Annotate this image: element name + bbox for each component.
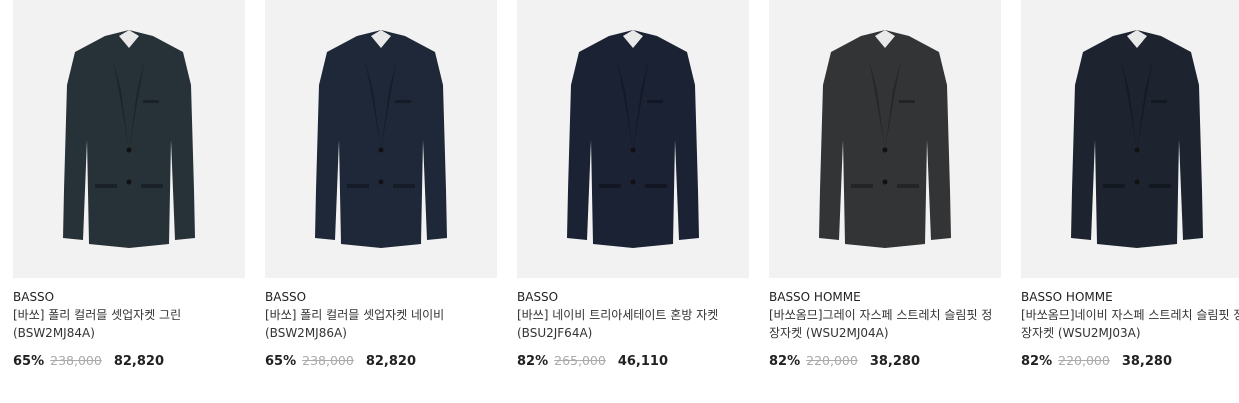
jacket-image bbox=[819, 30, 951, 248]
price-row: 82% 220,000 38,280 bbox=[1021, 353, 1172, 370]
original-price: 238,000 bbox=[302, 353, 354, 368]
discount-rate: 82% bbox=[1021, 354, 1053, 369]
product-brand: BASSO HOMME bbox=[1021, 290, 1113, 304]
product-name[interactable]: [바쏘옴므]그레이 자스페 스트레치 슬림핏 정장자켓 (WSU2MJ04A) bbox=[769, 306, 1001, 342]
product-image[interactable] bbox=[1021, 0, 1239, 278]
sale-price: 82,820 bbox=[365, 354, 416, 369]
product-name[interactable]: [바쓰] 네이비 트리아세테이트 혼방 자켓 (BSU2JF64A) bbox=[517, 306, 749, 342]
sale-price: 46,110 bbox=[617, 354, 668, 369]
discount-rate: 65% bbox=[13, 354, 45, 369]
sale-price: 82,820 bbox=[113, 354, 164, 369]
product-brand: BASSO bbox=[265, 290, 307, 304]
product-image[interactable] bbox=[517, 0, 749, 278]
price-row: 82% 265,000 46,110 bbox=[517, 353, 668, 370]
product-brand: BASSO bbox=[517, 290, 559, 304]
product-name[interactable]: [바쏘옴므]네이비 자스페 스트레치 슬림핏 정장자켓 (WSU2MJ03A) bbox=[1021, 306, 1239, 342]
original-price: 220,000 bbox=[1058, 353, 1110, 368]
discount-rate: 65% bbox=[265, 354, 297, 369]
jacket-image bbox=[63, 30, 195, 248]
jacket-image bbox=[567, 30, 699, 248]
original-price: 265,000 bbox=[554, 353, 606, 368]
discount-rate: 82% bbox=[769, 354, 801, 369]
product-name[interactable]: [바쏘] 폴리 컬러믈 셋업자켓 그린 (BSW2MJ84A) bbox=[13, 306, 245, 342]
price-row: 82% 220,000 38,280 bbox=[769, 353, 920, 370]
jacket-image bbox=[315, 30, 447, 248]
original-price: 220,000 bbox=[806, 353, 858, 368]
product-image[interactable] bbox=[13, 0, 245, 278]
price-row: 65% 238,000 82,820 bbox=[265, 353, 416, 370]
product-name[interactable]: [바쏘] 폴리 컬러믈 셋업자켓 네이비 (BSW2MJ86A) bbox=[265, 306, 497, 342]
sale-price: 38,280 bbox=[869, 354, 920, 369]
product-image[interactable] bbox=[769, 0, 1001, 278]
original-price: 238,000 bbox=[50, 353, 102, 368]
discount-rate: 82% bbox=[517, 354, 549, 369]
price-row: 65% 238,000 82,820 bbox=[13, 353, 164, 370]
product-image[interactable] bbox=[265, 0, 497, 278]
sale-price: 38,280 bbox=[1121, 354, 1172, 369]
jacket-image bbox=[1071, 30, 1203, 248]
product-brand: BASSO bbox=[13, 290, 55, 304]
product-brand: BASSO HOMME bbox=[769, 290, 861, 304]
product-grid: BASSO [바쏘] 폴리 컬러믈 셋업자켓 그린 (BSW2MJ84A) 65… bbox=[0, 0, 1239, 403]
